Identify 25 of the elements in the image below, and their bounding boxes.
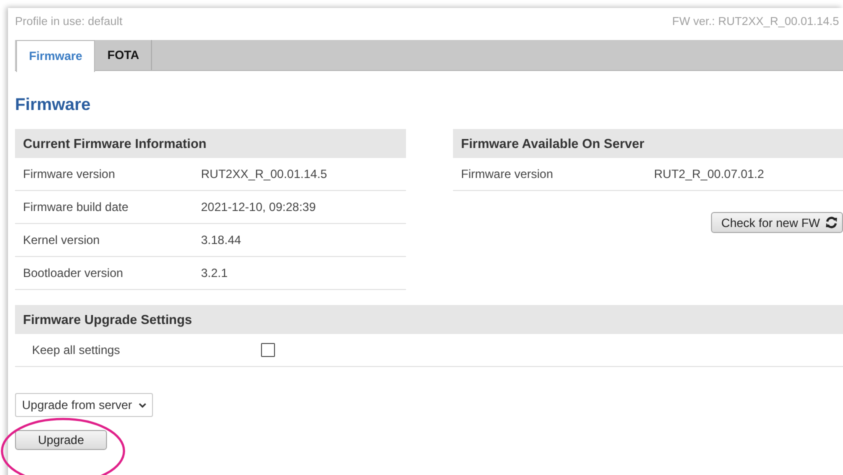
- field-value: 3.2.1: [201, 266, 228, 280]
- section-header: Firmware Available On Server: [453, 129, 843, 158]
- firmware-version-label: FW ver.: RUT2XX_R_00.01.14.5: [672, 16, 839, 30]
- check-firmware-button[interactable]: Check for new FW: [711, 212, 843, 233]
- field-value: RUT2XX_R_00.01.14.5: [201, 167, 328, 181]
- section-header: Firmware Upgrade Settings: [15, 305, 843, 334]
- field-label: Firmware version: [23, 167, 116, 181]
- field-label: Firmware build date: [23, 200, 130, 214]
- checkbox[interactable]: [261, 343, 275, 357]
- caret-icon: [138, 402, 148, 408]
- section-header: Current Firmware Information: [15, 129, 406, 158]
- upgrade-source-dropdown[interactable]: Upgrade from server: [15, 393, 154, 417]
- page-title: Firmware: [15, 95, 92, 115]
- field-label: Kernel version: [23, 233, 101, 247]
- field-label: Bootloader version: [23, 266, 124, 280]
- tab[interactable]: Firmware: [16, 40, 96, 72]
- refresh-icon: [825, 216, 838, 229]
- field-value: 3.18.44: [201, 233, 242, 247]
- field-label: Keep all settings: [32, 343, 122, 357]
- field-label: Firmware version: [461, 167, 554, 181]
- field-value: RUT2_R_00.07.01.2: [654, 167, 764, 181]
- tab[interactable]: FOTA: [95, 40, 152, 70]
- profile-label: Profile in use: default: [15, 16, 122, 30]
- field-value: 2021-12-10, 09:28:39: [201, 200, 316, 214]
- upgrade-button[interactable]: Upgrade: [15, 430, 107, 450]
